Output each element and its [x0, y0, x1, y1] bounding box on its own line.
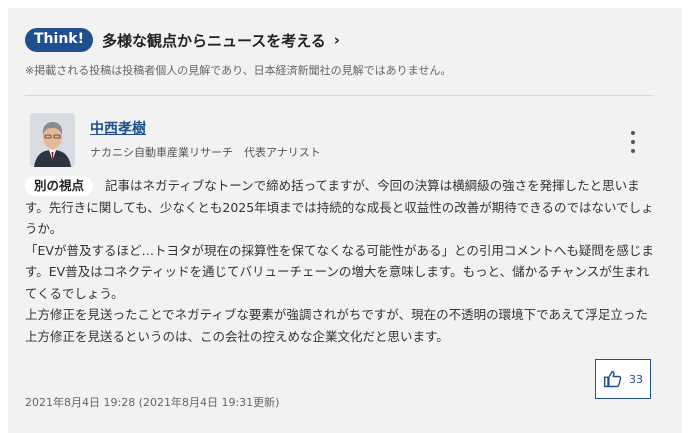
think-header[interactable]: Think! 多様な観点からニュースを考える ›	[25, 28, 340, 52]
like-count: 33	[629, 372, 643, 386]
kebab-dot	[631, 149, 635, 153]
author-name-link[interactable]: 中西孝樹	[90, 118, 146, 138]
chevron-right-icon[interactable]: ›	[334, 31, 340, 49]
author-affiliation: ナカニシ自動車産業リサーチ 代表アナリスト	[90, 146, 321, 159]
viewpoint-tag: 別の視点	[25, 176, 94, 196]
think-badge: Think!	[25, 28, 93, 52]
comment-paragraph: 上方修正を見送ったことでネガティブな要素が強調されがちですが、現在の不透明の環境…	[25, 307, 648, 344]
disclaimer-text: ※掲載される投稿は投稿者個人の見解であり、日本経済新聞社の見解ではありません。	[25, 64, 452, 77]
avatar[interactable]	[30, 113, 75, 167]
kebab-dot	[631, 140, 635, 144]
kebab-dot	[631, 131, 635, 135]
divider	[25, 95, 653, 96]
comment-paragraph: 記事はネガティブなトーンで締め括ってますが、今回の決算は横綱級の強さを発揮したと…	[25, 178, 654, 236]
comment-timestamp: 2021年8月4日 19:28 (2021年8月4日 19:31更新)	[25, 396, 280, 409]
like-button[interactable]: 33	[595, 359, 651, 399]
header-title[interactable]: 多様な観点からニュースを考える	[102, 30, 326, 51]
author-portrait-icon	[30, 113, 75, 167]
comment-body: 別の視点 記事はネガティブなトーンで締め括ってますが、今回の決算は横綱級の強さを発…	[25, 175, 655, 347]
thumbs-up-icon	[603, 370, 622, 388]
kebab-menu-icon[interactable]	[626, 131, 640, 153]
comment-paragraph: 「EVが普及するほど…トヨタが現在の採算性を保てなくなる可能性がある」との引用コ…	[25, 242, 654, 301]
